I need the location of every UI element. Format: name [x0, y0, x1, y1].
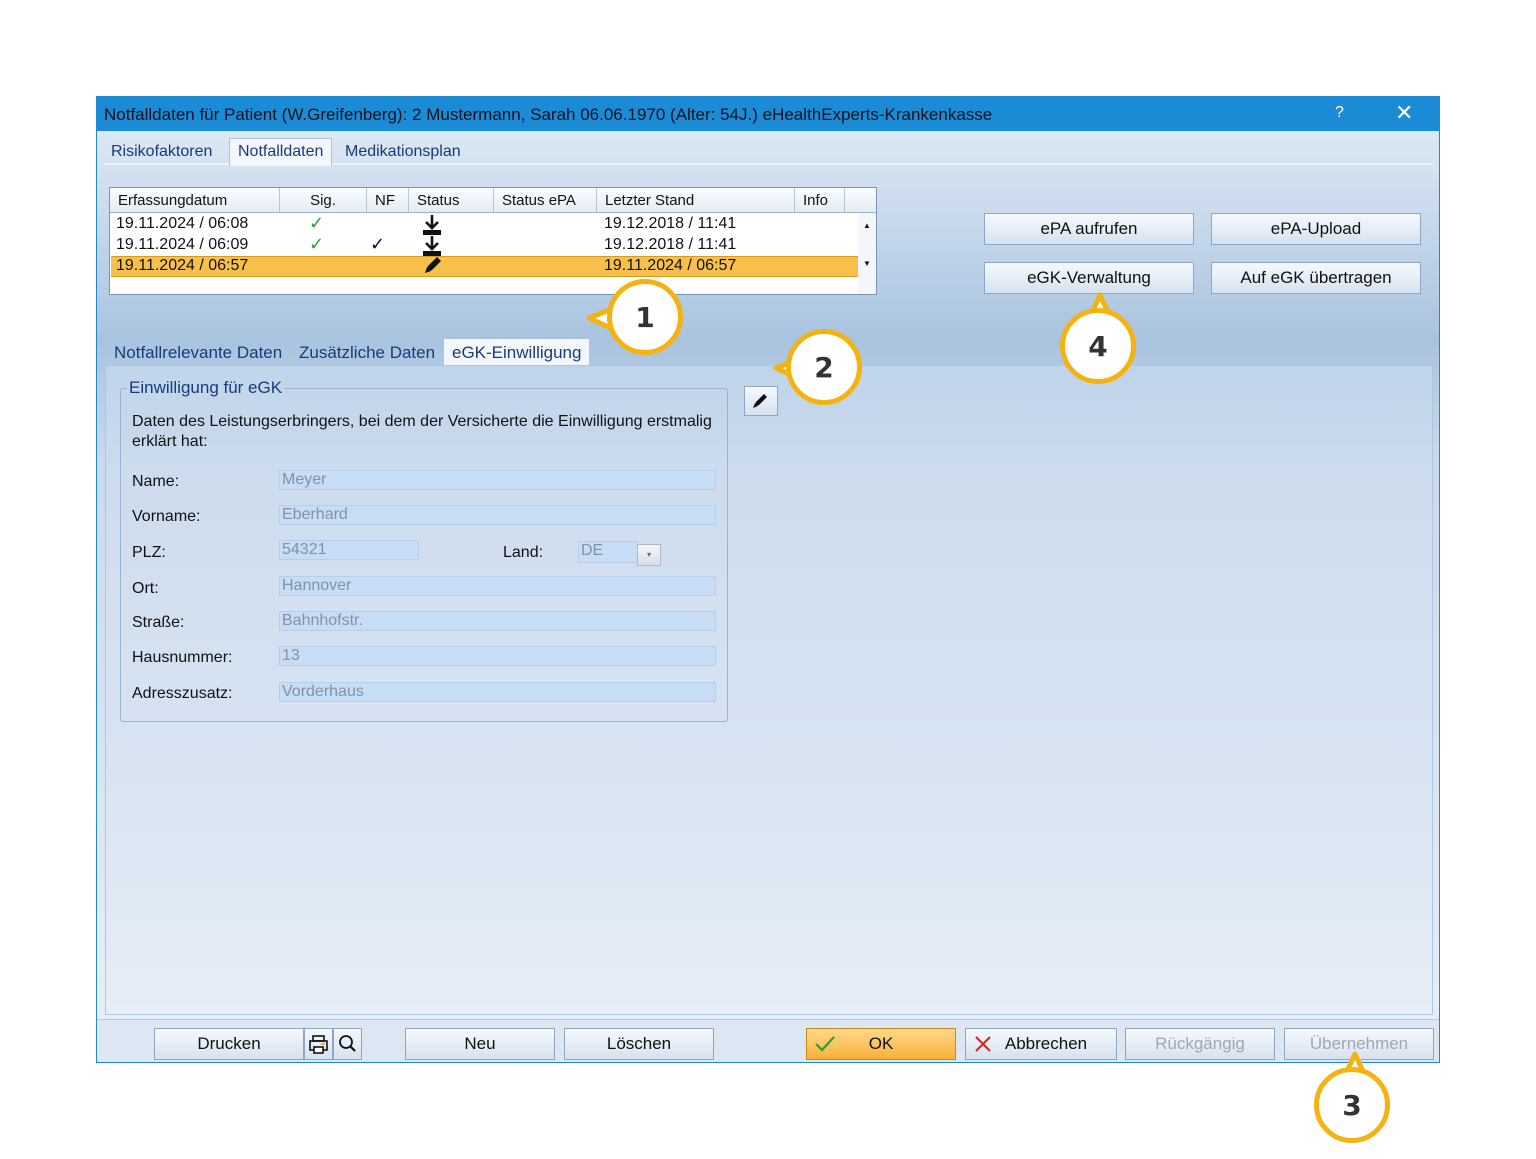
auf-egk-uebertragen-button[interactable]: Auf eGK übertragen [1211, 262, 1421, 294]
sub-tab-bar: Notfallrelevante Daten Zusätzliche Daten… [105, 337, 1433, 368]
tab-egk-einwilligung[interactable]: eGK-Einwilligung [443, 338, 591, 368]
callout-3: 3 [1314, 1067, 1390, 1143]
tab-zusaetzliche-daten[interactable]: Zusätzliche Daten [299, 343, 435, 363]
ok-label: OK [868, 1034, 894, 1053]
window-title: Notfalldaten für Patient (W.Greifenberg)… [104, 105, 993, 124]
dialog-body: Risikofaktoren Notfalldaten Medikationsp… [97, 131, 1439, 1019]
einwilligung-groupbox: Einwilligung für eGK Daten des Leistungs… [120, 378, 728, 722]
land-dropdown-icon[interactable]: ▾ [637, 544, 661, 566]
cell-letzter-stand: 19.11.2024 / 06:57 [604, 257, 737, 274]
tab-medikationsplan[interactable]: Medikationsplan [345, 143, 461, 161]
tab-notfalldaten[interactable]: Notfalldaten [229, 138, 333, 166]
rueckgaengig-button[interactable]: Rückgängig [1125, 1028, 1275, 1060]
column-status-epa[interactable]: Status ePA [494, 188, 597, 213]
nf-check-icon: ✓ [370, 234, 386, 254]
column-letzter-stand[interactable]: Letzter Stand [597, 188, 795, 213]
cell-letzter-stand: 19.12.2018 / 11:41 [604, 236, 737, 253]
neu-button[interactable]: Neu [405, 1028, 555, 1060]
printer-icon [305, 1035, 332, 1062]
plz-field[interactable]: 54321 [279, 540, 419, 560]
scroll-up-icon[interactable]: ▲ [863, 221, 871, 230]
column-nf[interactable]: NF [367, 188, 409, 213]
land-select[interactable]: DE [578, 541, 638, 563]
name-label: Name: [132, 473, 180, 490]
signed-check-icon: ✓ [309, 234, 325, 254]
tab-risikofaktoren[interactable]: Risikofaktoren [111, 143, 212, 161]
callout-4: 4 [1060, 308, 1136, 384]
plz-label: PLZ: [132, 544, 166, 561]
callout-2: 2 [786, 329, 862, 405]
notfalldaten-dialog: Notfalldaten für Patient (W.Greifenberg)… [96, 96, 1440, 1063]
adresszusatz-field[interactable]: Vorderhaus [279, 682, 716, 702]
print-preview-button[interactable] [333, 1028, 362, 1060]
groupbox-legend: Einwilligung für eGK [127, 378, 285, 398]
epa-aufrufen-button[interactable]: ePA aufrufen [984, 213, 1194, 245]
table-row[interactable]: 19.11.2024 / 06:09 ✓ ✓ 19.12.2018 / 11:4… [111, 234, 859, 256]
hausnummer-label: Hausnummer: [132, 649, 233, 666]
top-tab-bar: Risikofaktoren Notfalldaten Medikationsp… [105, 137, 1433, 166]
strasse-label: Straße: [132, 614, 185, 631]
column-sig[interactable]: Sig. [280, 188, 367, 213]
name-field[interactable]: Meyer [279, 470, 716, 490]
signed-check-icon: ✓ [309, 213, 325, 233]
epa-upload-button[interactable]: ePA-Upload [1211, 213, 1421, 245]
pencil-icon [745, 394, 777, 419]
callout-1: 1 [607, 279, 683, 355]
drucken-button[interactable]: Drucken [154, 1028, 304, 1060]
table-row-selected[interactable]: 19.11.2024 / 06:57 19.11.2024 / 06:57 [111, 256, 859, 277]
abbrechen-label: Abbrechen [1004, 1034, 1088, 1053]
consent-description: Daten des Leistungserbringers, bei dem d… [132, 413, 712, 450]
check-icon [813, 1032, 837, 1061]
abbrechen-button[interactable]: Abbrechen [965, 1028, 1117, 1060]
vorname-field[interactable]: Eberhard [279, 505, 716, 525]
column-erfassungsdatum[interactable]: Erfassungdatum [110, 188, 280, 213]
hausnummer-field[interactable]: 13 [279, 646, 716, 666]
cell-date: 19.11.2024 / 06:57 [116, 257, 249, 274]
column-info[interactable]: Info [795, 188, 845, 213]
column-status[interactable]: Status [409, 188, 494, 213]
scroll-down-icon[interactable]: ▼ [863, 259, 871, 268]
land-label: Land: [503, 544, 544, 561]
egk-verwaltung-button[interactable]: eGK-Verwaltung [984, 262, 1194, 294]
ok-button[interactable]: OK [806, 1028, 956, 1060]
print-settings-button[interactable] [304, 1028, 333, 1060]
vorname-label: Vorname: [132, 508, 201, 525]
dialog-footer: Drucken Neu Löschen OK Abbrechen Rückgän… [97, 1019, 1439, 1062]
cancel-x-icon [972, 1033, 994, 1060]
tab-notfallrelevante-daten[interactable]: Notfallrelevante Daten [114, 343, 282, 363]
adresszusatz-label: Adresszusatz: [132, 685, 233, 702]
notfalldaten-table: Erfassungdatum Sig. NF Status Status ePA… [109, 187, 877, 295]
edit-consent-button[interactable] [744, 386, 778, 416]
ort-field[interactable]: Hannover [279, 576, 716, 596]
egk-einwilligung-panel: Einwilligung für eGK Daten des Leistungs… [105, 365, 1433, 1015]
cell-date: 19.11.2024 / 06:08 [116, 215, 249, 232]
strasse-field[interactable]: Bahnhofstr. [279, 611, 716, 631]
loeschen-button[interactable]: Löschen [564, 1028, 714, 1060]
cell-letzter-stand: 19.12.2018 / 11:41 [604, 215, 737, 232]
title-bar: Notfalldaten für Patient (W.Greifenberg)… [97, 97, 1439, 131]
help-button[interactable]: ? [1335, 104, 1344, 122]
table-row[interactable]: 19.11.2024 / 06:08 ✓ 19.12.2018 / 11:41 [111, 213, 859, 235]
table-header: Erfassungdatum Sig. NF Status Status ePA… [110, 188, 876, 213]
ort-label: Ort: [132, 580, 159, 597]
pencil-icon [422, 254, 444, 281]
table-scrollbar[interactable]: ▲ ▼ [858, 213, 876, 294]
cell-date: 19.11.2024 / 06:09 [116, 236, 249, 253]
close-button[interactable]: ✕ [1395, 100, 1413, 126]
magnifier-icon [334, 1035, 361, 1062]
